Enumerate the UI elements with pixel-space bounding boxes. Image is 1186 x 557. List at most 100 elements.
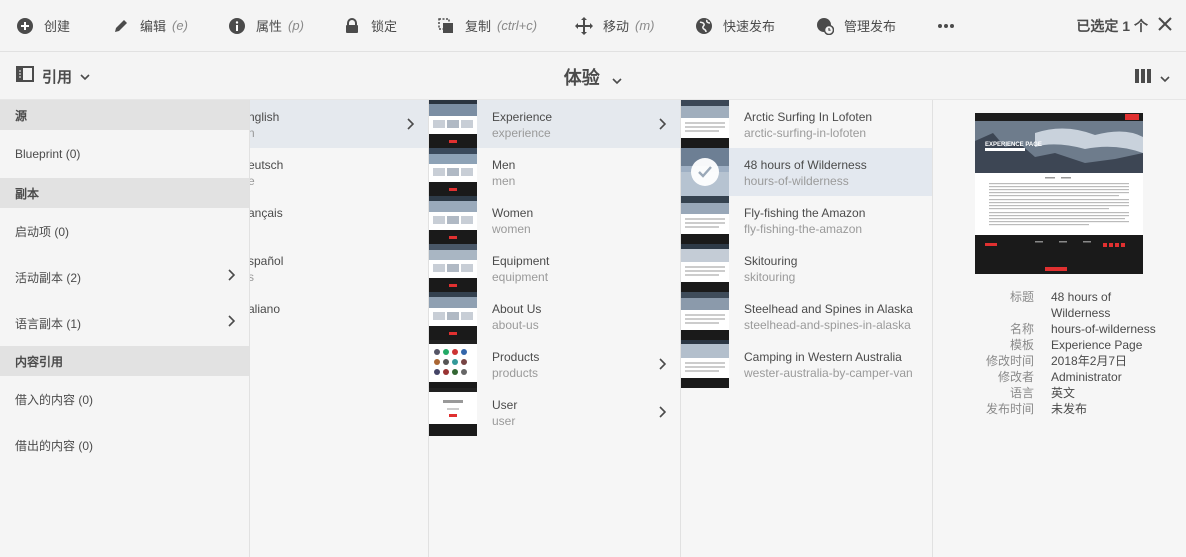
list-item-equipment[interactable]: Equipment equipment xyxy=(429,244,680,292)
list-item-experience[interactable]: Experience experience xyxy=(429,100,680,148)
page-thumbnail xyxy=(429,340,477,388)
properties-shortcut: (p) xyxy=(288,18,304,33)
page-preview-thumbnail: EXPERIENCE PAGE xyxy=(975,113,1143,274)
item-title: spañol xyxy=(248,254,284,268)
edit-button[interactable]: 编辑 (e) xyxy=(112,0,228,52)
list-item-user[interactable]: User user xyxy=(429,388,680,436)
create-button[interactable]: 创建 xyxy=(16,0,112,52)
list-item-products[interactable]: Products products xyxy=(429,340,680,388)
quick-publish-button[interactable]: 快速发布 xyxy=(695,0,816,52)
item-name: men xyxy=(492,174,516,188)
item-name: wester-australia-by-camper-van xyxy=(744,366,913,380)
rail-item-label: Blueprint (0) xyxy=(15,147,81,161)
template-label: 模板 xyxy=(1009,338,1034,352)
item-title: aliano xyxy=(248,302,281,316)
move-button[interactable]: 移动 (m) xyxy=(575,0,695,52)
rail-label: 引用 xyxy=(42,69,73,86)
list-item-women[interactable]: Women women xyxy=(429,196,680,244)
list-item-steelhead-and-spines[interactable]: Steelhead and Spines in Alaska steelhead… xyxy=(681,292,932,340)
copy-shortcut: (ctrl+c) xyxy=(497,18,538,33)
rail-item-lent-content[interactable]: 借出的内容 (0) xyxy=(0,422,249,468)
list-item-about-us[interactable]: About Us about-us xyxy=(429,292,680,340)
rail-toggle-button[interactable]: 引用 xyxy=(16,66,90,87)
rail-item-blueprint[interactable]: Blueprint (0) xyxy=(0,130,249,178)
page-thumbnail xyxy=(429,292,477,340)
rail-item-label: 活动副本 (2) xyxy=(15,270,82,285)
rail-item-live-copies[interactable]: 活动副本 (2) xyxy=(0,254,249,300)
chevron-right-icon xyxy=(658,405,667,423)
detail-panel: EXPERIENCE PAGE 标题 48 hours of Wildernes… xyxy=(933,100,1186,557)
page-thumbnail xyxy=(429,148,477,196)
item-title: User xyxy=(492,398,518,412)
chevron-right-icon xyxy=(227,269,236,284)
title-value-line2: Wilderness xyxy=(1051,306,1111,320)
sources-heading: 源 xyxy=(0,100,249,130)
item-name: experience xyxy=(492,126,551,140)
move-label: 移动 xyxy=(603,19,630,34)
preview-heading: EXPERIENCE PAGE xyxy=(985,142,1042,148)
item-title: nglish xyxy=(248,110,280,124)
list-item-camping-western-australia[interactable]: Camping in Western Australia wester-aust… xyxy=(681,340,932,388)
copy-label: 复制 xyxy=(465,19,492,34)
modifier-value: Administrator xyxy=(1051,370,1122,384)
name-value: hours-of-wilderness xyxy=(1051,322,1156,336)
item-name: equipment xyxy=(492,270,549,284)
item-title: Equipment xyxy=(492,254,550,268)
language-label: 语言 xyxy=(1009,386,1034,400)
view-chevron-down-icon xyxy=(1160,70,1170,88)
references-rail: 源 Blueprint (0) 副本 启动项 (0) 活动副本 (2) 语言副本… xyxy=(0,100,250,557)
column-pages: Arctic Surfing In Lofoten arctic-surfing… xyxy=(681,100,933,557)
selected-count: 已选定 1 个 xyxy=(1076,18,1148,34)
rail-item-borrowed-content[interactable]: 借入的内容 (0) xyxy=(0,376,249,422)
close-selection-icon[interactable] xyxy=(1158,16,1172,36)
rail-panel-icon xyxy=(16,66,34,87)
list-item-arctic-surfing[interactable]: Arctic Surfing In Lofoten arctic-surfing… xyxy=(681,100,932,148)
page-thumbnail xyxy=(681,340,729,388)
title-value-line1: 48 hours of xyxy=(1051,290,1112,304)
rail-item-launches[interactable]: 启动项 (0) xyxy=(0,208,249,254)
page-thumbnail xyxy=(681,196,729,244)
copy-icon xyxy=(437,17,455,35)
column-sites: Experience experience Men men Women wome… xyxy=(429,100,681,557)
item-title: Fly-fishing the Amazon xyxy=(744,206,866,220)
checkmark-icon[interactable] xyxy=(691,158,719,186)
globe-clock-icon xyxy=(816,17,834,35)
properties-button[interactable]: 属性 (p) xyxy=(228,0,343,52)
item-title: Camping in Western Australia xyxy=(744,350,902,364)
item-title: About Us xyxy=(492,302,542,316)
item-title: Steelhead and Spines in Alaska xyxy=(744,302,913,316)
item-title: Products xyxy=(492,350,540,364)
manage-publication-button[interactable]: 管理发布 xyxy=(816,0,937,52)
list-item-men[interactable]: Men men xyxy=(429,148,680,196)
item-name: arctic-surfing-in-lofoten xyxy=(744,126,867,140)
chevron-right-icon xyxy=(227,315,236,330)
item-title: eutsch xyxy=(248,158,284,172)
modified-label: 修改时间 xyxy=(985,354,1034,368)
edit-shortcut: (e) xyxy=(172,18,188,33)
list-item-skitouring[interactable]: Skitouring skitouring xyxy=(681,244,932,292)
lock-button[interactable]: 锁定 xyxy=(343,0,437,52)
quick-publish-label: 快速发布 xyxy=(723,19,776,34)
view-switcher[interactable] xyxy=(1134,68,1170,89)
rail-item-language-copies[interactable]: 语言副本 (1) xyxy=(0,300,249,346)
copy-button[interactable]: 复制 (ctrl+c) xyxy=(437,0,575,52)
page-thumbnail xyxy=(429,244,477,292)
item-name: products xyxy=(492,366,539,380)
page-thumbnail xyxy=(681,292,729,340)
page-thumbnail xyxy=(681,244,729,292)
item-title: Men xyxy=(492,158,516,172)
list-item-fly-fishing[interactable]: Fly-fishing the Amazon fly-fishing-the-a… xyxy=(681,196,932,244)
page-title[interactable]: 体验 xyxy=(564,68,600,88)
properties-label: 属性 xyxy=(256,19,283,34)
title-chevron-down-icon[interactable] xyxy=(612,69,622,90)
chevron-right-icon xyxy=(658,117,667,135)
more-actions-button[interactable] xyxy=(937,0,977,52)
plus-circle-icon xyxy=(16,17,34,35)
item-name: user xyxy=(492,414,516,428)
item-name: about-us xyxy=(492,318,539,332)
item-name: steelhead-and-spines-in-alaska xyxy=(744,318,911,332)
page-thumbnail xyxy=(429,388,477,436)
manage-publication-label: 管理发布 xyxy=(844,19,897,34)
create-label: 创建 xyxy=(44,19,71,34)
list-item-48-hours-of-wilderness[interactable]: 48 hours of Wilderness hours-of-wilderne… xyxy=(681,148,932,196)
